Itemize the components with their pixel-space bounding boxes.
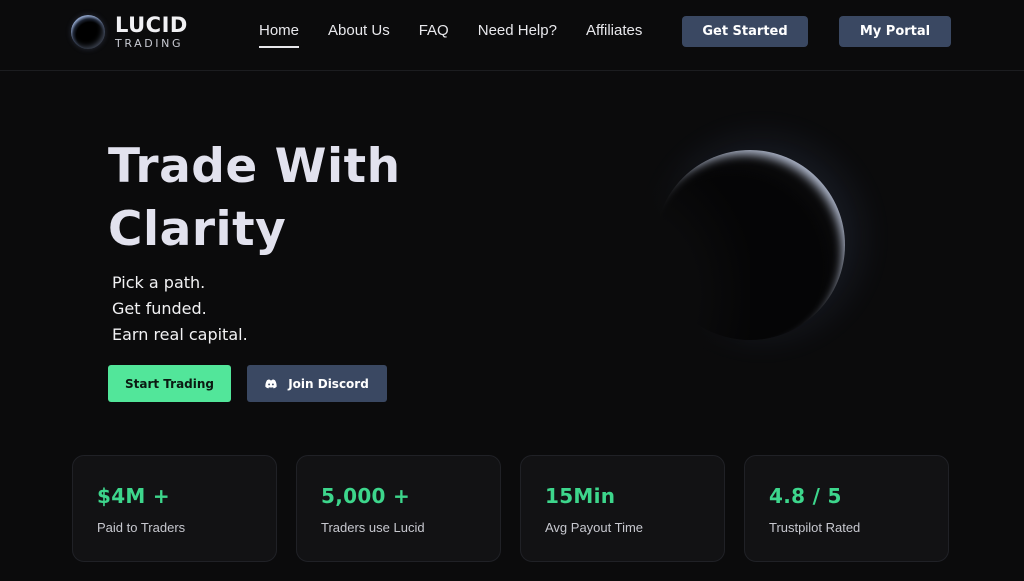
discord-icon bbox=[265, 379, 277, 389]
stats-row: $4M + Paid to Traders 5,000 + Traders us… bbox=[72, 455, 968, 562]
planet-shadow bbox=[600, 150, 750, 390]
stat-card-traders: 5,000 + Traders use Lucid bbox=[296, 455, 501, 562]
nav-item-faq[interactable]: FAQ bbox=[419, 22, 449, 48]
nav-item-home[interactable]: Home bbox=[259, 22, 300, 48]
stat-value: 4.8 / 5 bbox=[769, 484, 842, 508]
stat-label: Paid to Traders bbox=[97, 520, 186, 535]
brand-subtitle: TRADING bbox=[115, 37, 184, 50]
tagline-line: Earn real capital. bbox=[112, 325, 248, 344]
join-discord-button[interactable]: Join Discord bbox=[247, 365, 387, 402]
stat-value: 5,000 + bbox=[321, 484, 411, 508]
my-portal-button[interactable]: My Portal bbox=[839, 16, 951, 47]
hero-title: Trade With Clarity bbox=[108, 135, 401, 261]
nav-item-need-help[interactable]: Need Help? bbox=[478, 22, 557, 48]
tagline-line: Get funded. bbox=[112, 299, 207, 318]
nav-item-about-us[interactable]: About Us bbox=[328, 22, 390, 48]
hero-title-line-1: Trade With bbox=[108, 139, 401, 194]
orb-logo-icon bbox=[71, 15, 105, 49]
brand-name: LUCID bbox=[115, 13, 188, 37]
stat-label: Traders use Lucid bbox=[321, 520, 425, 535]
stat-label: Trustpilot Rated bbox=[769, 520, 861, 535]
tagline-line: Pick a path. bbox=[112, 273, 206, 292]
nav-item-affiliates[interactable]: Affiliates bbox=[586, 22, 642, 48]
landing-page: LUCID TRADING Home About Us FAQ Need Hel… bbox=[0, 0, 1024, 581]
stat-value: $4M + bbox=[97, 484, 170, 508]
hero-title-line-2: Clarity bbox=[108, 202, 287, 257]
stat-card-payout-time: 15Min Avg Payout Time bbox=[520, 455, 725, 562]
join-discord-label: Join Discord bbox=[288, 376, 369, 391]
hero-tagline: Pick a path. Get funded. Earn real capit… bbox=[112, 270, 248, 348]
get-started-button[interactable]: Get Started bbox=[682, 16, 808, 47]
brand-logo[interactable]: LUCID TRADING bbox=[71, 15, 188, 49]
stat-card-paid: $4M + Paid to Traders bbox=[72, 455, 277, 562]
main-nav: Home About Us FAQ Need Help? Affiliates bbox=[259, 22, 671, 48]
stat-value: 15Min bbox=[545, 484, 616, 508]
start-trading-button[interactable]: Start Trading bbox=[108, 365, 231, 402]
top-header: LUCID TRADING Home About Us FAQ Need Hel… bbox=[0, 0, 1024, 71]
stat-card-trustpilot: 4.8 / 5 Trustpilot Rated bbox=[744, 455, 949, 562]
logo-text: LUCID TRADING bbox=[115, 13, 188, 50]
stat-label: Avg Payout Time bbox=[545, 520, 644, 535]
